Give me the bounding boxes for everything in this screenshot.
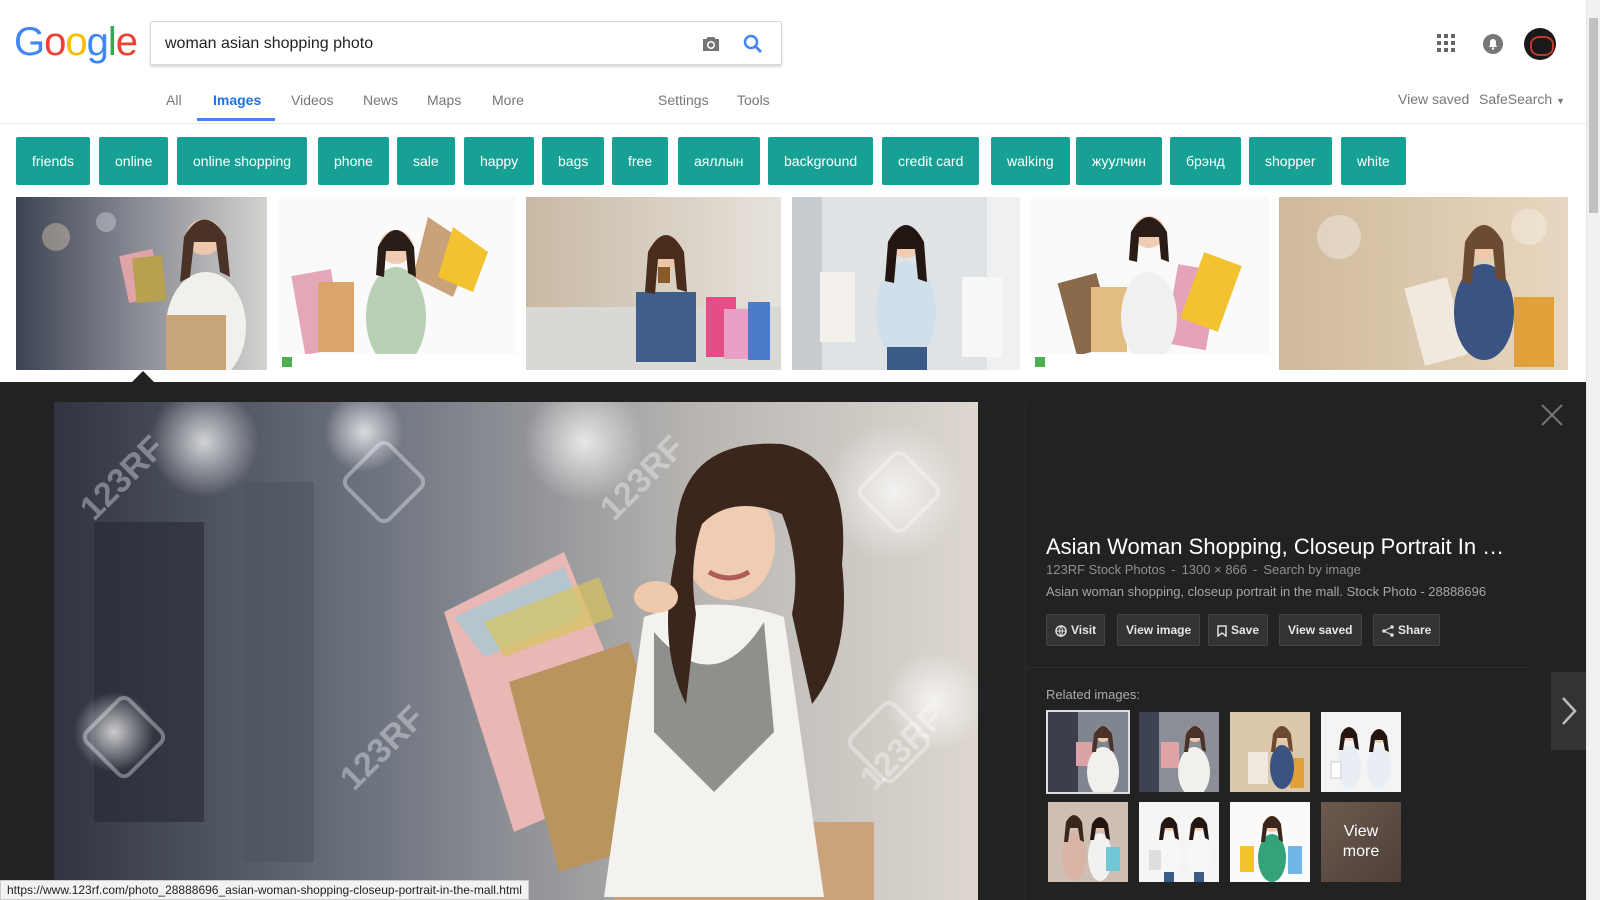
tab-more[interactable]: More (492, 92, 524, 108)
chip[interactable]: жуулчин (1076, 137, 1162, 185)
header-divider (0, 123, 1586, 124)
chevron-right-icon (1562, 697, 1577, 725)
chip[interactable]: sale (397, 137, 455, 185)
view-saved-button[interactable]: View saved (1279, 614, 1362, 646)
save-button[interactable]: Save (1208, 614, 1269, 646)
chip[interactable]: happy (464, 137, 535, 185)
logo-letter: G (14, 20, 45, 64)
globe-icon (1055, 625, 1067, 637)
scrollbar[interactable] (1586, 0, 1600, 900)
camera-icon[interactable] (699, 32, 723, 56)
chip[interactable]: аяллын (678, 137, 760, 185)
result-image[interactable] (278, 197, 516, 370)
result-image[interactable] (1279, 197, 1568, 370)
tab-maps[interactable]: Maps (427, 92, 461, 108)
tab-all[interactable]: All (166, 92, 182, 108)
status-bar-url: https://www.123rf.com/photo_28888696_asi… (0, 880, 529, 900)
related-image[interactable] (1139, 712, 1219, 792)
scrollbar-thumb[interactable] (1589, 18, 1598, 213)
chip[interactable]: background (768, 137, 874, 185)
search-tabs: All Images Videos News Maps More Setting… (0, 86, 1600, 122)
preview-meta: 123RF Stock Photos -1300 × 866- Search by … (1046, 562, 1361, 577)
share-label: Share (1398, 623, 1432, 637)
tab-videos[interactable]: Videos (291, 92, 334, 108)
preview-title[interactable]: Asian Woman Shopping, Closeup Portrait I… (1046, 534, 1504, 560)
avatar[interactable] (1524, 28, 1556, 60)
google-logo[interactable]: Google (14, 20, 138, 65)
search-box (150, 21, 782, 65)
view-saved-link[interactable]: View saved (1398, 91, 1469, 107)
tab-news[interactable]: News (363, 92, 398, 108)
chip[interactable]: free (612, 137, 669, 185)
view-more-label: more (1342, 843, 1380, 860)
result-image[interactable] (792, 197, 1020, 370)
share-icon (1382, 625, 1394, 637)
related-image[interactable] (1230, 802, 1310, 882)
preview-source[interactable]: 123RF Stock Photos (1046, 562, 1165, 577)
related-image[interactable] (1230, 712, 1310, 792)
related-image[interactable] (1046, 710, 1130, 794)
result-image[interactable] (1031, 197, 1269, 370)
view-image-button[interactable]: View image (1117, 614, 1201, 646)
bookmark-icon (1217, 625, 1227, 638)
related-image[interactable] (1321, 712, 1401, 792)
view-saved-label: View saved (1288, 623, 1353, 637)
related-images-label: Related images: (1046, 687, 1140, 702)
visit-label: Visit (1071, 623, 1097, 637)
safesearch-dropdown[interactable]: SafeSearch ▼ (1479, 91, 1565, 107)
search-by-image-link[interactable]: Search by image (1263, 562, 1361, 577)
share-button[interactable]: Share (1373, 614, 1441, 646)
tab-images[interactable]: Images (213, 92, 261, 108)
chip[interactable]: white (1341, 137, 1406, 185)
panel-separator (1025, 667, 1530, 668)
view-more-label: View (1343, 823, 1379, 840)
search-icon[interactable] (741, 32, 765, 56)
chevron-down-icon: ▼ (1556, 96, 1565, 106)
selected-result-pointer (132, 371, 154, 382)
save-label: Save (1231, 623, 1260, 637)
result-image[interactable] (526, 197, 781, 370)
panel-divider (1025, 402, 1026, 900)
related-image[interactable] (1139, 802, 1219, 882)
view-image-label: View image (1126, 623, 1192, 637)
search-input[interactable] (165, 33, 665, 55)
chip[interactable]: bags (542, 137, 605, 185)
image-preview-panel: 123RF 123RF 123RF 123RF Asian Woman Shop… (0, 382, 1586, 900)
logo-letter: g (86, 20, 109, 64)
chip[interactable]: online (99, 137, 169, 185)
related-image[interactable] (1048, 802, 1128, 882)
chip[interactable]: брэнд (1170, 137, 1241, 185)
preview-description: Asian woman shopping, closeup portrait i… (1046, 584, 1487, 599)
next-image-arrow[interactable] (1551, 672, 1586, 750)
logo-letter: o (65, 20, 87, 64)
safesearch-label: SafeSearch (1479, 91, 1553, 107)
preview-main-image[interactable]: 123RF 123RF 123RF 123RF (54, 402, 978, 900)
preview-dimensions: 1300 × 866 (1181, 562, 1248, 577)
notification-bell-icon[interactable] (1482, 33, 1504, 55)
chip[interactable]: walking (991, 137, 1070, 185)
logo-letter: l (107, 20, 117, 64)
logo-letter: o (44, 20, 66, 64)
chip[interactable]: credit card (882, 137, 980, 185)
tab-settings[interactable]: Settings (658, 92, 709, 108)
chip[interactable]: shopper (1249, 137, 1332, 185)
close-icon[interactable] (1539, 402, 1565, 428)
apps-grid-icon[interactable] (1437, 34, 1455, 52)
view-more-button[interactable]: View more (1321, 802, 1401, 882)
active-tab-indicator (197, 118, 275, 121)
chip[interactable]: friends (16, 137, 91, 185)
chip[interactable]: online shopping (177, 137, 308, 185)
chip[interactable]: phone (318, 137, 389, 185)
visit-button[interactable]: Visit (1046, 614, 1106, 646)
tab-tools[interactable]: Tools (737, 92, 770, 108)
logo-letter: e (115, 20, 138, 64)
result-image[interactable] (16, 197, 267, 370)
